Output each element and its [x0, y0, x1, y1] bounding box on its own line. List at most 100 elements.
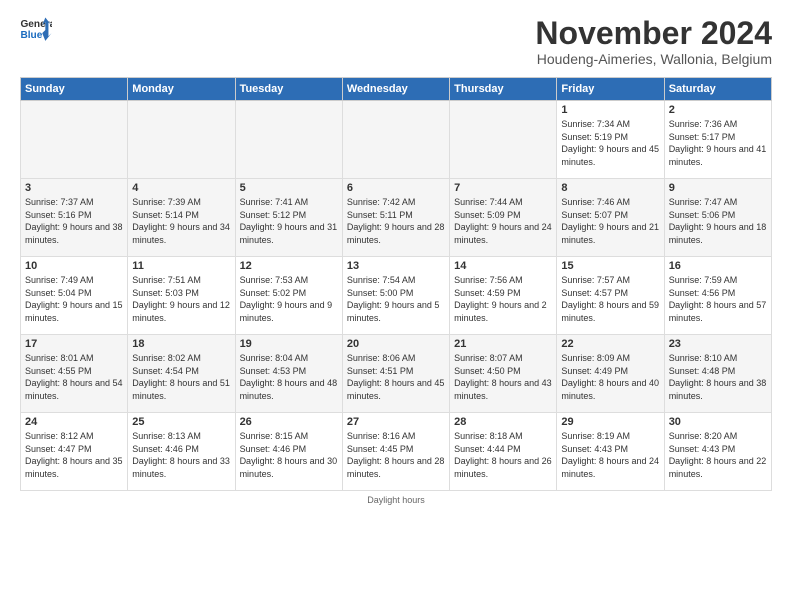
cell-0-4	[450, 101, 557, 179]
calendar-table: Sunday Monday Tuesday Wednesday Thursday…	[20, 77, 772, 491]
week-row-2: 3Sunrise: 7:37 AMSunset: 5:16 PMDaylight…	[21, 179, 772, 257]
day-info: Sunrise: 8:06 AMSunset: 4:51 PMDaylight:…	[347, 352, 445, 402]
day-number: 11	[132, 260, 230, 272]
day-info: Sunrise: 8:16 AMSunset: 4:45 PMDaylight:…	[347, 430, 445, 480]
logo: General Blue	[20, 16, 52, 44]
day-info: Sunrise: 8:02 AMSunset: 4:54 PMDaylight:…	[132, 352, 230, 402]
day-number: 25	[132, 416, 230, 428]
cell-1-4: 7 Sunrise: 7:44 AMSunset: 5:09 PMDaylight…	[450, 179, 557, 257]
day-number: 1	[561, 104, 659, 116]
day-info: Sunrise: 7:59 AMSunset: 4:56 PMDaylight:…	[669, 274, 767, 324]
cell-0-1	[128, 101, 235, 179]
day-number: 10	[25, 260, 123, 272]
cell-0-6: 2 Sunrise: 7:36 AMSunset: 5:17 PMDaylight…	[664, 101, 771, 179]
cell-0-0	[21, 101, 128, 179]
week-row-1: 1Sunrise: 7:34 AMSunset: 5:19 PMDaylight…	[21, 101, 772, 179]
col-tuesday: Tuesday	[235, 78, 342, 101]
week-row-5: 24Sunrise: 8:12 AMSunset: 4:47 PMDayligh…	[21, 413, 772, 491]
day-number: 29	[561, 416, 659, 428]
day-number: 12	[240, 260, 338, 272]
cell-2-3: 13Sunrise: 7:54 AMSunset: 5:00 PMDayligh…	[342, 257, 449, 335]
day-info: Sunrise: 7:42 AMSunset: 5:11 PMDaylight:…	[347, 196, 445, 246]
day-info: Sunrise: 8:10 AMSunset: 4:48 PMDaylight:…	[669, 352, 767, 402]
cell-0-5: 1Sunrise: 7:34 AMSunset: 5:19 PMDaylight…	[557, 101, 664, 179]
cell-3-6: 23 Sunrise: 8:10 AMSunset: 4:48 PMDayligh…	[664, 335, 771, 413]
day-info: Sunrise: 8:19 AMSunset: 4:43 PMDaylight:…	[561, 430, 659, 480]
day-info: Sunrise: 7:36 AMSunset: 5:17 PMDaylight:…	[669, 118, 767, 168]
week-row-3: 10 Sunrise: 7:49 AMSunset: 5:04 PMDayligh…	[21, 257, 772, 335]
cell-2-6: 16 Sunrise: 7:59 AMSunset: 4:56 PMDayligh…	[664, 257, 771, 335]
cell-2-4: 14Sunrise: 7:56 AMSunset: 4:59 PMDayligh…	[450, 257, 557, 335]
day-info: Sunrise: 7:56 AMSunset: 4:59 PMDaylight:…	[454, 274, 552, 324]
day-info: Sunrise: 7:49 AMSunset: 5:04 PMDaylight:…	[25, 274, 123, 324]
day-number: 23	[669, 338, 767, 350]
day-number: 7	[454, 182, 552, 194]
day-info: Sunrise: 7:51 AMSunset: 5:03 PMDaylight:…	[132, 274, 230, 324]
cell-1-3: 6 Sunrise: 7:42 AMSunset: 5:11 PMDaylight…	[342, 179, 449, 257]
header-row: Sunday Monday Tuesday Wednesday Thursday…	[21, 78, 772, 101]
day-info: Sunrise: 7:46 AMSunset: 5:07 PMDaylight:…	[561, 196, 659, 246]
day-number: 18	[132, 338, 230, 350]
main-title: November 2024	[535, 16, 772, 51]
day-number: 6	[347, 182, 445, 194]
cell-4-4: 28 Sunrise: 8:18 AMSunset: 4:44 PMDayligh…	[450, 413, 557, 491]
day-info: Sunrise: 7:53 AMSunset: 5:02 PMDaylight:…	[240, 274, 338, 324]
day-info: Sunrise: 8:01 AMSunset: 4:55 PMDaylight:…	[25, 352, 123, 402]
cell-3-5: 22Sunrise: 8:09 AMSunset: 4:49 PMDayligh…	[557, 335, 664, 413]
day-info: Sunrise: 7:44 AMSunset: 5:09 PMDaylight:…	[454, 196, 552, 246]
svg-text:Blue: Blue	[20, 30, 42, 41]
cell-3-1: 18 Sunrise: 8:02 AMSunset: 4:54 PMDayligh…	[128, 335, 235, 413]
cell-4-6: 30 Sunrise: 8:20 AMSunset: 4:43 PMDayligh…	[664, 413, 771, 491]
col-friday: Friday	[557, 78, 664, 101]
cell-2-5: 15 Sunrise: 7:57 AMSunset: 4:57 PMDayligh…	[557, 257, 664, 335]
cell-2-1: 11 Sunrise: 7:51 AMSunset: 5:03 PMDayligh…	[128, 257, 235, 335]
day-number: 4	[132, 182, 230, 194]
day-number: 28	[454, 416, 552, 428]
day-info: Sunrise: 8:07 AMSunset: 4:50 PMDaylight:…	[454, 352, 552, 402]
day-number: 21	[454, 338, 552, 350]
cell-4-5: 29 Sunrise: 8:19 AMSunset: 4:43 PMDayligh…	[557, 413, 664, 491]
day-info: Sunrise: 7:54 AMSunset: 5:00 PMDaylight:…	[347, 274, 445, 324]
title-area: November 2024 Houdeng-Aimeries, Wallonia…	[535, 16, 772, 67]
cell-3-2: 19Sunrise: 8:04 AMSunset: 4:53 PMDayligh…	[235, 335, 342, 413]
col-thursday: Thursday	[450, 78, 557, 101]
day-info: Sunrise: 7:37 AMSunset: 5:16 PMDaylight:…	[25, 196, 123, 246]
week-row-4: 17 Sunrise: 8:01 AMSunset: 4:55 PMDayligh…	[21, 335, 772, 413]
day-info: Sunrise: 7:47 AMSunset: 5:06 PMDaylight:…	[669, 196, 767, 246]
cell-1-2: 5Sunrise: 7:41 AMSunset: 5:12 PMDaylight…	[235, 179, 342, 257]
day-number: 19	[240, 338, 338, 350]
day-info: Sunrise: 8:15 AMSunset: 4:46 PMDaylight:…	[240, 430, 338, 480]
cell-1-5: 8 Sunrise: 7:46 AMSunset: 5:07 PMDaylight…	[557, 179, 664, 257]
cell-3-3: 20Sunrise: 8:06 AMSunset: 4:51 PMDayligh…	[342, 335, 449, 413]
day-number: 8	[561, 182, 659, 194]
day-number: 26	[240, 416, 338, 428]
col-sunday: Sunday	[21, 78, 128, 101]
day-info: Sunrise: 8:20 AMSunset: 4:43 PMDaylight:…	[669, 430, 767, 480]
cell-1-0: 3Sunrise: 7:37 AMSunset: 5:16 PMDaylight…	[21, 179, 128, 257]
page: General Blue November 2024 Houdeng-Aimer…	[0, 0, 792, 515]
cell-2-0: 10 Sunrise: 7:49 AMSunset: 5:04 PMDayligh…	[21, 257, 128, 335]
footer-note: Daylight hours	[20, 495, 772, 505]
col-saturday: Saturday	[664, 78, 771, 101]
day-info: Sunrise: 8:12 AMSunset: 4:47 PMDaylight:…	[25, 430, 123, 480]
day-number: 16	[669, 260, 767, 272]
subtitle: Houdeng-Aimeries, Wallonia, Belgium	[535, 51, 772, 67]
cell-4-2: 26 Sunrise: 8:15 AMSunset: 4:46 PMDayligh…	[235, 413, 342, 491]
col-monday: Monday	[128, 78, 235, 101]
day-number: 9	[669, 182, 767, 194]
header: General Blue November 2024 Houdeng-Aimer…	[20, 16, 772, 67]
day-number: 15	[561, 260, 659, 272]
day-number: 30	[669, 416, 767, 428]
day-number: 27	[347, 416, 445, 428]
day-info: Sunrise: 8:18 AMSunset: 4:44 PMDaylight:…	[454, 430, 552, 480]
cell-4-3: 27 Sunrise: 8:16 AMSunset: 4:45 PMDayligh…	[342, 413, 449, 491]
day-number: 17	[25, 338, 123, 350]
cell-3-4: 21 Sunrise: 8:07 AMSunset: 4:50 PMDayligh…	[450, 335, 557, 413]
day-info: Sunrise: 7:39 AMSunset: 5:14 PMDaylight:…	[132, 196, 230, 246]
day-info: Sunrise: 7:41 AMSunset: 5:12 PMDaylight:…	[240, 196, 338, 246]
col-wednesday: Wednesday	[342, 78, 449, 101]
day-number: 22	[561, 338, 659, 350]
day-info: Sunrise: 7:57 AMSunset: 4:57 PMDaylight:…	[561, 274, 659, 324]
cell-0-2	[235, 101, 342, 179]
day-number: 2	[669, 104, 767, 116]
